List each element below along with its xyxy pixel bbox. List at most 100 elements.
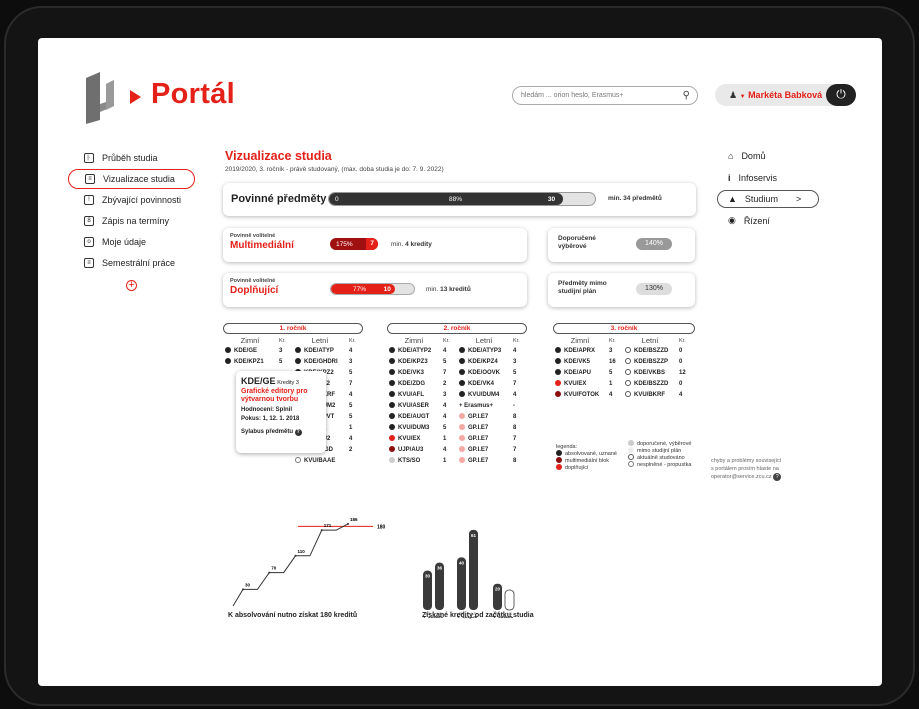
radio-icon: ◉: [728, 215, 736, 225]
brand-name[interactable]: Portál: [151, 78, 235, 111]
search-icon[interactable]: ⚲: [683, 90, 690, 101]
course-cell[interactable]: UJP/AU3: [387, 444, 441, 455]
credits-cell: 3: [609, 347, 613, 354]
povinne-predmety-card[interactable]: Povinné předměty 0 88% 30 min. 34 předmě…: [223, 183, 696, 216]
status-dot: [459, 446, 465, 452]
credits-cell: 7: [513, 446, 517, 453]
credits-cell: 4: [679, 391, 683, 398]
credits-cell: 5: [513, 369, 517, 376]
course-cell[interactable]: + Erasmus+: [457, 400, 511, 411]
course-cell[interactable]: KDE/ZDG: [387, 378, 441, 389]
course-cell[interactable]: KDE/VK4: [457, 378, 511, 389]
course-cell[interactable]: GP.I.E7: [457, 455, 511, 466]
povinne-note: min. 34 předmětů: [608, 195, 662, 202]
course-cell[interactable]: KDE/BSZZP: [623, 356, 677, 367]
nav-item-vizualizace-studia[interactable]: ≡ Vizualizace studia: [68, 169, 195, 189]
course-cell[interactable]: GP.I.E7: [457, 444, 511, 455]
multimedialni-card[interactable]: Povinně volitelné Multimediální 175% 7 m…: [223, 228, 527, 262]
year-2-header[interactable]: 2. ročník: [387, 323, 527, 334]
course-cell[interactable]: KDE/KPZ4: [457, 356, 511, 367]
credits-cell: 3: [349, 358, 353, 365]
course-cell[interactable]: KDE/OOVK: [457, 367, 511, 378]
course-cell[interactable]: KDE/VK5: [553, 356, 607, 367]
line-point: [320, 529, 323, 532]
table-header-row: Zimní Kr. Letní Kr.: [387, 336, 527, 345]
povinne-start: 0: [335, 196, 339, 203]
course-cell[interactable]: KDE/AUGT: [387, 411, 441, 422]
status-dot: [459, 369, 465, 375]
credits-cell: -: [513, 402, 515, 409]
table-header-cell: Kr.: [279, 337, 286, 344]
help-icon: ?: [773, 473, 782, 481]
course-cell[interactable]: KVU/EX: [553, 378, 607, 389]
mimo-label: Předměty mimo studijní plán: [558, 280, 607, 295]
tooltip-syllabus-link[interactable]: Sylabus předmětu ?: [241, 429, 321, 436]
status-dot: [389, 457, 395, 463]
course-cell[interactable]: KDE/VKBS: [623, 367, 677, 378]
credits-cell: 1: [443, 435, 447, 442]
nav-item-semestralni-prace[interactable]: ≡ Semestrální práce: [68, 253, 198, 273]
right-nav-infoservis[interactable]: i Infoservis: [728, 173, 777, 183]
right-nav-rizeni[interactable]: ◉ Řízení: [728, 215, 770, 226]
course-cell[interactable]: KDE/KPZ1: [223, 356, 277, 367]
exclamation-icon: !: [84, 195, 94, 205]
doporucene-label: Doporučené výběrové: [558, 235, 596, 250]
course-cell[interactable]: KVU/DUM3: [387, 422, 441, 433]
course-cell[interactable]: KDE/APU: [553, 367, 607, 378]
doporucene-card[interactable]: Doporučené výběrové 140%: [548, 228, 695, 262]
course-cell[interactable]: KDE/KPZ3: [387, 356, 441, 367]
course-cell[interactable]: KVU/DUM4: [457, 389, 511, 400]
credits-cell: 5: [443, 358, 447, 365]
course-cell[interactable]: KDE/GE: [223, 345, 277, 356]
course-cell[interactable]: KVU/FOTOK: [553, 389, 607, 400]
nav-item-moje-udaje[interactable]: o Moje údaje: [68, 232, 198, 252]
credits-cell: 1: [609, 380, 613, 387]
status-dot: [625, 380, 631, 386]
year-1-header[interactable]: 1. ročník: [223, 323, 363, 334]
course-cell[interactable]: KVU/BKRF: [623, 389, 677, 400]
search-input[interactable]: hledám ... orion heslo, Erasmus+ ⚲: [512, 86, 698, 105]
course-cell[interactable]: KDE/ATYP2: [387, 345, 441, 356]
doplnujici-card[interactable]: Povinně volitelné Doplňující 77% 10 min.…: [223, 273, 527, 307]
course-cell[interactable]: KTS/SO: [387, 455, 441, 466]
povinne-progress-bar: 0 88% 30: [328, 192, 596, 206]
table-header-cell: Letní: [475, 336, 493, 345]
course-cell[interactable]: KVU/AFL: [387, 389, 441, 400]
course-cell[interactable]: KVU/BAAE: [293, 455, 347, 466]
course-cell[interactable]: GP.I.E7: [457, 411, 511, 422]
nav-item-zbyvajici-povinnosti[interactable]: ! Zbývající povinnosti: [68, 190, 198, 210]
add-plus-icon[interactable]: +: [126, 280, 137, 291]
legend-dot-dark: [556, 457, 562, 463]
doplnujici-label: Doplňující: [230, 285, 279, 296]
course-cell[interactable]: KDE/ATYP3: [457, 345, 511, 356]
course-cell[interactable]: KDE/APRX: [553, 345, 607, 356]
nav-item-zapis-na-terminy[interactable]: 8 Zápis na termíny: [68, 211, 198, 231]
year-3-header[interactable]: 3. ročník: [553, 323, 695, 334]
contact-email[interactable]: operator@service.zcu.cz ?: [711, 473, 782, 481]
course-cell[interactable]: KDE/GHDRI: [293, 356, 347, 367]
credits-cell: 12: [679, 369, 686, 376]
nav-item-prubeh-studia[interactable]: |· Průběh studia: [68, 148, 198, 168]
nav-label: Zbývající povinnosti: [102, 195, 182, 205]
mimo-plan-card[interactable]: Předměty mimo studijní plán 130%: [548, 273, 695, 307]
nav-label: Vizualizace studia: [103, 174, 175, 184]
right-nav-domu[interactable]: ⌂ Domů: [728, 151, 765, 161]
course-cell[interactable]: GP.I.E7: [457, 433, 511, 444]
course-cell[interactable]: KDE/VK3: [387, 367, 441, 378]
course-cell[interactable]: KVU/ASER: [387, 400, 441, 411]
target-label: 180: [377, 524, 386, 530]
table-header-row: Zimní Kr. Letní Kr.: [223, 336, 363, 345]
credits-cell: 4: [609, 391, 613, 398]
right-nav-studium[interactable]: ▲ Studium >: [717, 190, 819, 208]
logout-power-icon[interactable]: ⏻: [826, 84, 856, 106]
page-subtitle: 2019/2020, 3. ročník - právě studovaný, …: [225, 166, 444, 173]
course-cell[interactable]: KDE/BSZZD: [623, 345, 677, 356]
course-cell[interactable]: KDE/ATYP: [293, 345, 347, 356]
course-cell[interactable]: KDE/BSZZD: [623, 378, 677, 389]
bar-value-label: 61: [471, 533, 477, 538]
table-row: KDE/AUGT 4 GP.I.E7 8: [387, 411, 527, 422]
credits-line: [232, 523, 349, 607]
course-cell[interactable]: GP.I.E7: [457, 422, 511, 433]
course-cell[interactable]: KVU/EX: [387, 433, 441, 444]
course-cell[interactable]: [223, 455, 277, 466]
